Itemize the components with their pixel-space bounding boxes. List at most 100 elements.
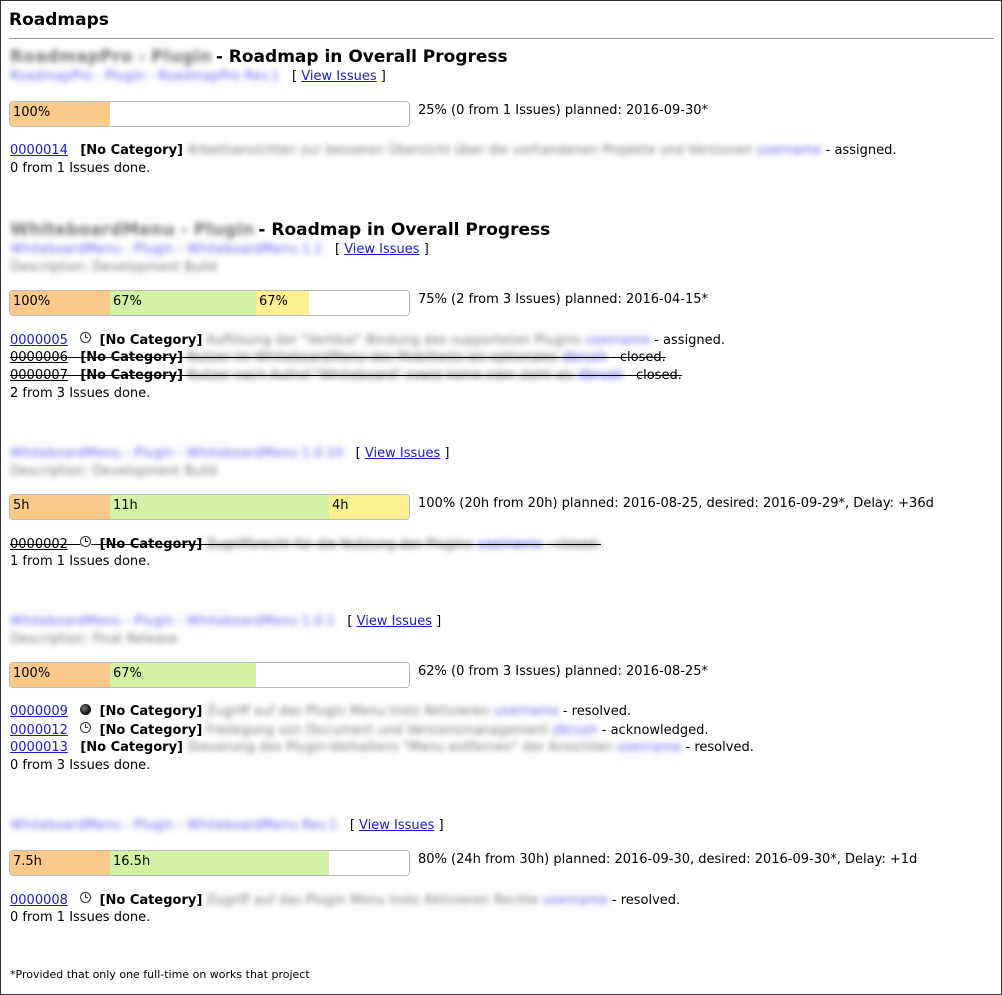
section-3-version-row: WhiteboardMenu - Plugin - WhiteboardMenu… (10, 446, 450, 461)
section-2-issue-row: 0000006 [No Category] Nutzer im Whiteboa… (10, 350, 666, 365)
issue-category: [No Category] (80, 368, 183, 383)
section-5-issue-row: 0000008 [No Category] Zugriff auf das Pl… (10, 892, 680, 908)
section-2-progress-segment: 67% (256, 291, 309, 315)
section-4-view-issues-link[interactable]: View Issues (357, 614, 432, 629)
issue-assignee-link[interactable]: dbrush (562, 350, 607, 365)
issue-category: [No Category] (99, 893, 203, 908)
issue-assignee-link[interactable]: username (477, 537, 542, 552)
section-4-progress-segment: 67% (110, 663, 256, 687)
issue-id-link[interactable]: 0000007 (10, 368, 68, 383)
section-1-done-count: 0 from 1 Issues done. (10, 161, 151, 176)
section-2-title: WhiteboardMenu - Plugin - Roadmap in Ove… (10, 220, 550, 240)
section-5-version-row: WhiteboardMenu - Plugin - WhiteboardMenu… (10, 818, 444, 833)
issue-status: - resolved. (611, 893, 681, 908)
section-4-issue-row: 0000009 [No Category] Zugriff auf das Pl… (10, 704, 631, 719)
section-1-summary: 25% (0 from 1 Issues) planned: 2016-09-3… (418, 103, 709, 118)
section-2-title-suffix: - Roadmap in Overall Progress (258, 220, 551, 240)
issue-assignee-link[interactable]: username (543, 893, 608, 908)
section-1-version-row: RoadmapPro - Plugin - RoadmapPro Rev.1 [… (10, 69, 386, 84)
issue-summary: Auflösung der "Vertikal" Bindung des sup… (206, 333, 581, 348)
issue-category: [No Category] (80, 350, 183, 365)
issue-id-link[interactable]: 0000006 (10, 350, 68, 365)
issue-id-link[interactable]: 0000002 (10, 537, 68, 552)
section-5-version-link[interactable]: WhiteboardMenu - Plugin - WhiteboardMenu… (10, 818, 337, 833)
issue-status: - closed. (611, 350, 666, 365)
issue-summary: Zugriff auf das Plugin Menu trotz Aktivi… (206, 893, 539, 908)
section-5-summary: 80% (24h from 30h) planned: 2016-09-30, … (418, 852, 918, 867)
issue-assignee-link[interactable]: username (585, 333, 650, 348)
issue-summary: Zugriff auf das Plugin Menu trotz Aktivi… (206, 704, 490, 719)
section-3-version-link[interactable]: WhiteboardMenu - Plugin - WhiteboardMenu… (10, 446, 343, 461)
issue-id-link[interactable]: 0000013 (10, 740, 68, 755)
section-5-progress-segment: 7.5h (10, 851, 110, 875)
section-2-version-row: WhiteboardMenu - Plugin - WhiteboardMenu… (10, 242, 429, 257)
section-2-progress-segment: 67% (110, 291, 256, 315)
section-4-description: Description: Final Release (10, 632, 178, 647)
section-4-version-link[interactable]: WhiteboardMenu - Plugin - WhiteboardMenu… (10, 614, 335, 629)
issue-category: [No Category] (80, 143, 183, 158)
section-4-version-row: WhiteboardMenu - Plugin - WhiteboardMenu… (10, 614, 442, 629)
issue-assignee-link[interactable]: dbrush (578, 368, 623, 383)
section-2-issue-row: 0000007 [No Category] Nutzer nach Aufruf… (10, 368, 682, 383)
title-divider (9, 38, 994, 39)
section-4-progress-segment: 100% (10, 663, 110, 687)
issue-id-link[interactable]: 0000014 (10, 143, 68, 158)
issue-id-link[interactable]: 0000009 (10, 704, 68, 719)
issue-assignee-link[interactable]: username (616, 740, 681, 755)
issue-summary: Steuerung des Plugin-Verhaltens "Menu en… (187, 740, 613, 755)
page-title: Roadmaps (9, 10, 109, 30)
issue-status: - closed. (546, 537, 601, 552)
clock-icon (80, 722, 92, 733)
issue-summary: Nutzer nach Aufruf "Whiteboard" sowie ke… (187, 368, 574, 383)
section-3-progress-segment: 5h (10, 495, 110, 519)
footnote: *Provided that only one full-time on wor… (10, 968, 310, 981)
issue-status: - resolved. (685, 740, 754, 755)
section-1-view-issues-link[interactable]: View Issues (301, 69, 376, 84)
clock-icon (80, 332, 92, 343)
section-4-issue-row: 0000013 [No Category] Steuerung des Plug… (10, 740, 754, 755)
issue-assignee-link[interactable]: username (494, 704, 559, 719)
issue-id-link[interactable]: 0000008 (10, 893, 68, 908)
section-1-title-suffix: - Roadmap in Overall Progress (215, 47, 508, 67)
section-3-progress-segment: 4h (329, 495, 409, 519)
issue-status: - resolved. (562, 704, 632, 719)
section-2-progress-bar: 100% 67% 67% (9, 290, 410, 316)
section-4-summary: 62% (0 from 3 Issues) planned: 2016-08-2… (418, 664, 709, 679)
section-1-progress-segment: 100% (10, 102, 110, 126)
section-2-summary: 75% (2 from 3 Issues) planned: 2016-04-1… (418, 292, 709, 307)
section-5-done-count: 0 from 1 Issues done. (10, 910, 151, 925)
issue-category: [No Category] (99, 704, 203, 719)
section-2-done-count: 2 from 3 Issues done. (10, 386, 151, 401)
issue-category: [No Category] (99, 333, 203, 348)
section-1-project-name: RoadmapPro - Plugin (10, 47, 212, 67)
section-2-progress-segment: 100% (10, 291, 110, 315)
issue-id-link[interactable]: 0000005 (10, 333, 68, 348)
section-5-progress-segment: 16.5h (110, 851, 329, 875)
section-2-view-issues-link[interactable]: View Issues (344, 242, 419, 257)
issue-assignee-link[interactable]: dbrush (553, 723, 598, 738)
issue-category: [No Category] (99, 723, 203, 738)
section-4-progress-bar: 100% 67% (9, 662, 410, 688)
section-3-progress-bar: 5h 11h 4h (9, 494, 410, 520)
section-3-view-issues-link[interactable]: View Issues (365, 446, 440, 461)
issue-id-link[interactable]: 0000012 (10, 723, 68, 738)
issue-summary: Zugriffsrecht für die Nutzung des Plugin… (206, 537, 473, 552)
clock-icon (80, 892, 92, 903)
issue-category: [No Category] (99, 537, 203, 552)
issue-category: [No Category] (80, 740, 183, 755)
section-1-version-link[interactable]: RoadmapPro - Plugin - RoadmapPro Rev.1 (10, 69, 280, 84)
issue-summary: Freilegung von Document und Versionsmana… (206, 723, 549, 738)
issue-status: - acknowledged. (601, 723, 709, 738)
section-2-project-name: WhiteboardMenu - Plugin (10, 220, 255, 240)
section-2-version-link[interactable]: WhiteboardMenu - Plugin - WhiteboardMenu… (10, 242, 323, 257)
roadmaps-page: Roadmaps RoadmapPro - Plugin - Roadmap i… (0, 0, 1002, 995)
section-2-issue-row: 0000005 [No Category] Auflösung der "Ver… (10, 332, 725, 348)
section-3-progress-segment: 11h (110, 495, 329, 519)
issue-status: - assigned. (825, 143, 897, 158)
issue-assignee-link[interactable]: username (757, 143, 822, 158)
section-1-issue-row: 0000014 [No Category] Arbeitsansichten z… (10, 143, 896, 158)
section-5-view-issues-link[interactable]: View Issues (359, 818, 434, 833)
section-3-done-count: 1 from 1 Issues done. (10, 554, 151, 569)
section-1-title: RoadmapPro - Plugin - Roadmap in Overall… (10, 47, 508, 67)
section-5-progress-bar: 7.5h 16.5h (9, 850, 410, 876)
